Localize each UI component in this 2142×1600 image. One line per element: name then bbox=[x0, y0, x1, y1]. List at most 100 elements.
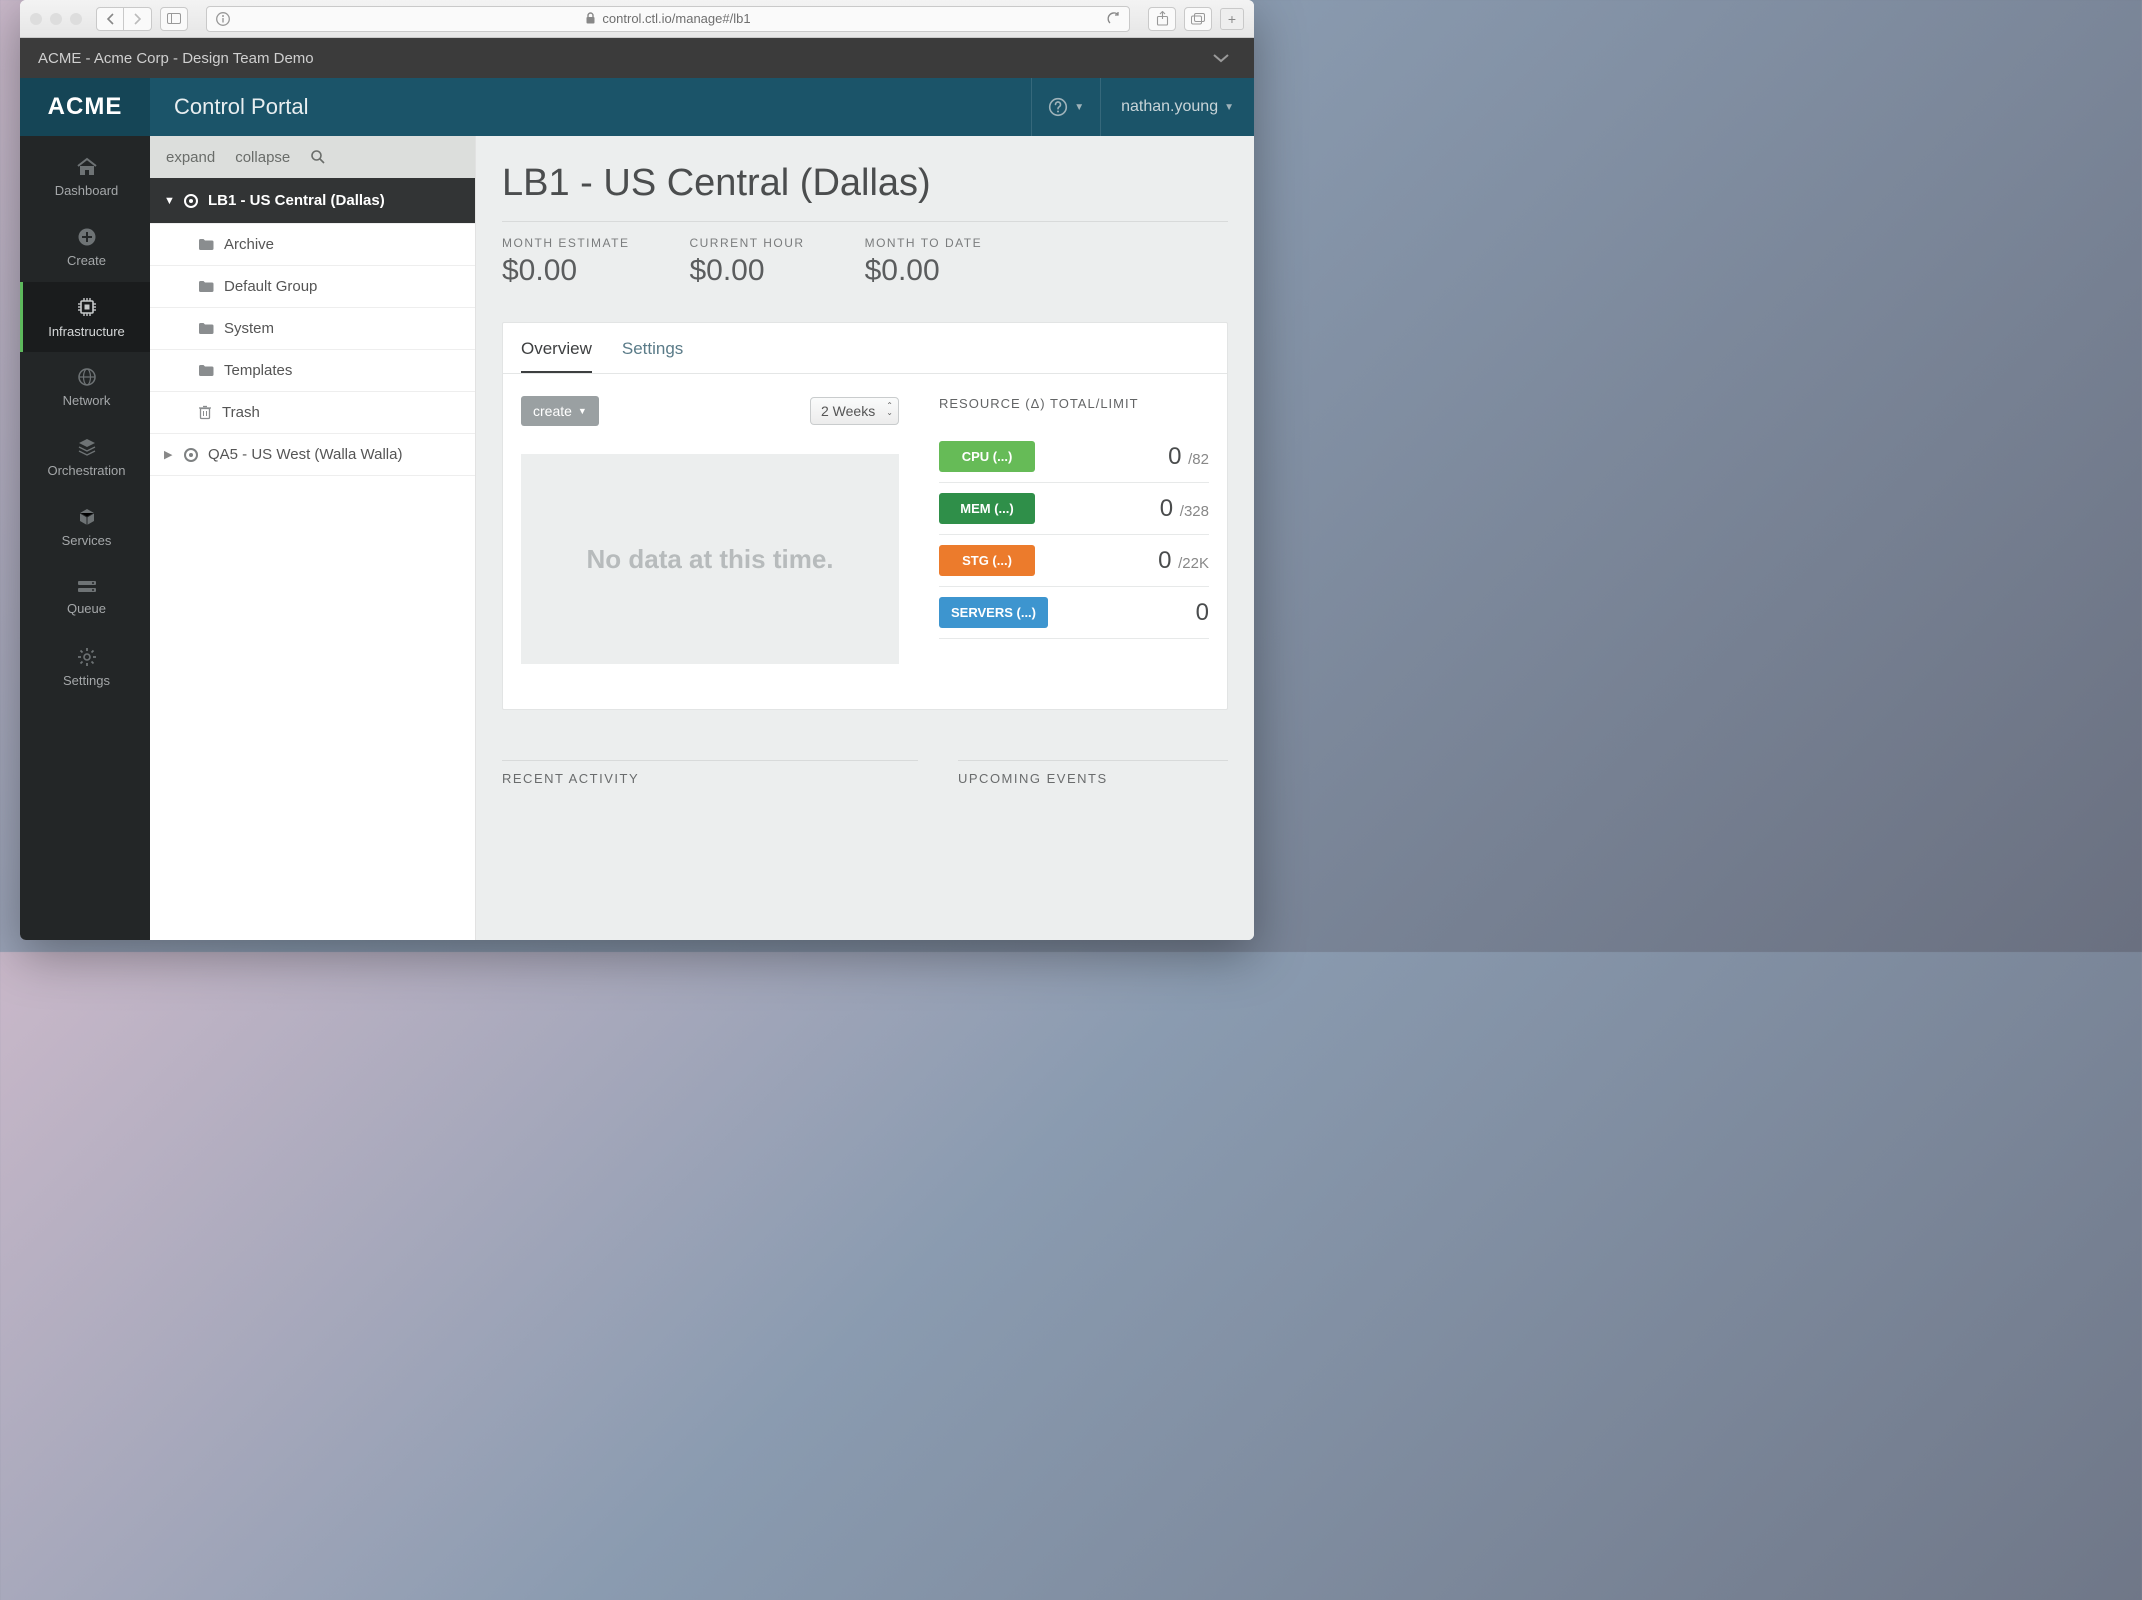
globe-icon bbox=[77, 367, 97, 387]
tree-node-qa5[interactable]: ▶ QA5 - US West (Walla Walla) bbox=[150, 434, 475, 476]
metric-label: CURRENT HOUR bbox=[689, 236, 804, 250]
nav-label: Queue bbox=[67, 601, 106, 616]
browser-window: control.ctl.io/manage#/lb1 + ACME - Acme… bbox=[20, 0, 1254, 940]
app-header: ACME Control Portal ▼ nathan.young ▼ bbox=[20, 78, 1254, 136]
cube-icon bbox=[77, 507, 97, 527]
tree-label: LB1 - US Central (Dallas) bbox=[208, 192, 385, 209]
traffic-lights bbox=[30, 13, 82, 25]
stg-pill[interactable]: STG (...) bbox=[939, 545, 1035, 576]
reload-icon[interactable] bbox=[1106, 11, 1121, 26]
caret-right-icon: ▶ bbox=[164, 448, 174, 461]
lock-icon bbox=[585, 12, 596, 25]
nav-dashboard[interactable]: Dashboard bbox=[20, 142, 150, 212]
close-dot[interactable] bbox=[30, 13, 42, 25]
queue-icon bbox=[76, 579, 98, 595]
nav-settings[interactable]: Settings bbox=[20, 632, 150, 702]
account-bar[interactable]: ACME - Acme Corp - Design Team Demo bbox=[20, 38, 1254, 78]
resource-row-mem: MEM (...) 0 /328 bbox=[939, 483, 1209, 535]
tree-node-default-group[interactable]: Default Group bbox=[150, 266, 475, 308]
nav-create[interactable]: Create bbox=[20, 212, 150, 282]
share-button[interactable] bbox=[1148, 7, 1176, 31]
datacenter-icon bbox=[184, 448, 198, 462]
tree-node-system[interactable]: System bbox=[150, 308, 475, 350]
servers-pill[interactable]: SERVERS (...) bbox=[939, 597, 1048, 628]
help-menu[interactable]: ▼ bbox=[1031, 78, 1100, 136]
cpu-value: 0 /82 bbox=[1168, 443, 1209, 471]
tree-label: Default Group bbox=[224, 278, 317, 295]
chip-icon bbox=[76, 296, 98, 318]
tree-label: Trash bbox=[222, 404, 260, 421]
nav-orchestration[interactable]: Orchestration bbox=[20, 422, 150, 492]
search-icon[interactable] bbox=[310, 149, 326, 165]
nav-services[interactable]: Services bbox=[20, 492, 150, 562]
help-icon bbox=[1048, 97, 1068, 117]
minimize-dot[interactable] bbox=[50, 13, 62, 25]
recent-activity-section: RECENT ACTIVITY bbox=[502, 760, 918, 786]
create-button[interactable]: create ▼ bbox=[521, 396, 599, 426]
caret-down-icon: ▼ bbox=[578, 406, 587, 416]
page-title: LB1 - US Central (Dallas) bbox=[502, 162, 1228, 205]
resource-row-cpu: CPU (...) 0 /82 bbox=[939, 431, 1209, 483]
url-text: control.ctl.io/manage#/lb1 bbox=[602, 11, 750, 26]
metric-value: $0.00 bbox=[865, 254, 983, 288]
resource-header: RESOURCE (Δ) TOTAL/LIMIT bbox=[939, 396, 1209, 411]
folder-icon bbox=[198, 322, 214, 335]
app-body: Dashboard Create Infrastructure Network … bbox=[20, 136, 1254, 940]
address-bar[interactable]: control.ctl.io/manage#/lb1 bbox=[206, 6, 1130, 32]
tabs-button[interactable] bbox=[1184, 7, 1212, 31]
tab-overview[interactable]: Overview bbox=[521, 339, 592, 373]
tree-toolbar: expand collapse bbox=[150, 136, 475, 178]
resource-column: RESOURCE (Δ) TOTAL/LIMIT CPU (...) 0 /82… bbox=[939, 396, 1209, 664]
chevron-down-icon[interactable] bbox=[1212, 52, 1236, 64]
home-icon bbox=[76, 157, 98, 177]
create-label: create bbox=[533, 403, 572, 419]
sidebar-toggle-button[interactable] bbox=[160, 7, 188, 31]
nav-network[interactable]: Network bbox=[20, 352, 150, 422]
card-tabs: Overview Settings bbox=[503, 323, 1227, 374]
zoom-dot[interactable] bbox=[70, 13, 82, 25]
expand-all[interactable]: expand bbox=[166, 149, 215, 166]
tree-node-lb1[interactable]: ▼ LB1 - US Central (Dallas) bbox=[150, 178, 475, 224]
site-info-icon[interactable] bbox=[215, 11, 231, 27]
caret-down-icon: ▼ bbox=[1074, 102, 1084, 113]
tab-settings[interactable]: Settings bbox=[622, 339, 683, 373]
datacenter-icon bbox=[184, 194, 198, 208]
folder-icon bbox=[198, 280, 214, 293]
nav-queue[interactable]: Queue bbox=[20, 562, 150, 632]
main-content: LB1 - US Central (Dallas) MONTH ESTIMATE… bbox=[476, 136, 1254, 940]
new-tab-button[interactable]: + bbox=[1220, 8, 1244, 30]
portal-title: Control Portal bbox=[174, 94, 309, 120]
back-button[interactable] bbox=[96, 7, 124, 31]
nav-buttons bbox=[96, 7, 152, 31]
browser-titlebar: control.ctl.io/manage#/lb1 + bbox=[20, 0, 1254, 38]
collapse-all[interactable]: collapse bbox=[235, 149, 290, 166]
cpu-pill[interactable]: CPU (...) bbox=[939, 441, 1035, 472]
metric-label: MONTH TO DATE bbox=[865, 236, 983, 250]
folder-icon bbox=[198, 364, 214, 377]
layers-icon bbox=[77, 437, 97, 457]
resource-row-stg: STG (...) 0 /22K bbox=[939, 535, 1209, 587]
user-menu[interactable]: nathan.young ▼ bbox=[1100, 78, 1254, 136]
forward-button[interactable] bbox=[124, 7, 152, 31]
overview-panel: create ▼ 2 Weeks No data at this time. bbox=[503, 374, 1227, 664]
tree-list: ▼ LB1 - US Central (Dallas) Archive Defa… bbox=[150, 178, 475, 940]
plus-circle-icon bbox=[77, 227, 97, 247]
logo[interactable]: ACME bbox=[20, 78, 150, 136]
metric-label: MONTH ESTIMATE bbox=[502, 236, 629, 250]
chart-placeholder: No data at this time. bbox=[521, 454, 899, 664]
nav-label: Network bbox=[63, 393, 111, 408]
tree-label: Templates bbox=[224, 362, 292, 379]
nav-label: Create bbox=[67, 253, 106, 268]
tree-node-archive[interactable]: Archive bbox=[150, 224, 475, 266]
tree-node-trash[interactable]: Trash bbox=[150, 392, 475, 434]
folder-icon bbox=[198, 238, 214, 251]
nav-infrastructure[interactable]: Infrastructure bbox=[20, 282, 150, 352]
mem-pill[interactable]: MEM (...) bbox=[939, 493, 1035, 524]
nav-label: Settings bbox=[63, 673, 110, 688]
range-select[interactable]: 2 Weeks bbox=[810, 397, 899, 425]
nav-label: Services bbox=[62, 533, 112, 548]
tree-node-templates[interactable]: Templates bbox=[150, 350, 475, 392]
tree-label: System bbox=[224, 320, 274, 337]
metric-month-to-date: MONTH TO DATE $0.00 bbox=[865, 236, 983, 288]
tree-pane: expand collapse ▼ LB1 - US Central (Dall… bbox=[150, 136, 476, 940]
